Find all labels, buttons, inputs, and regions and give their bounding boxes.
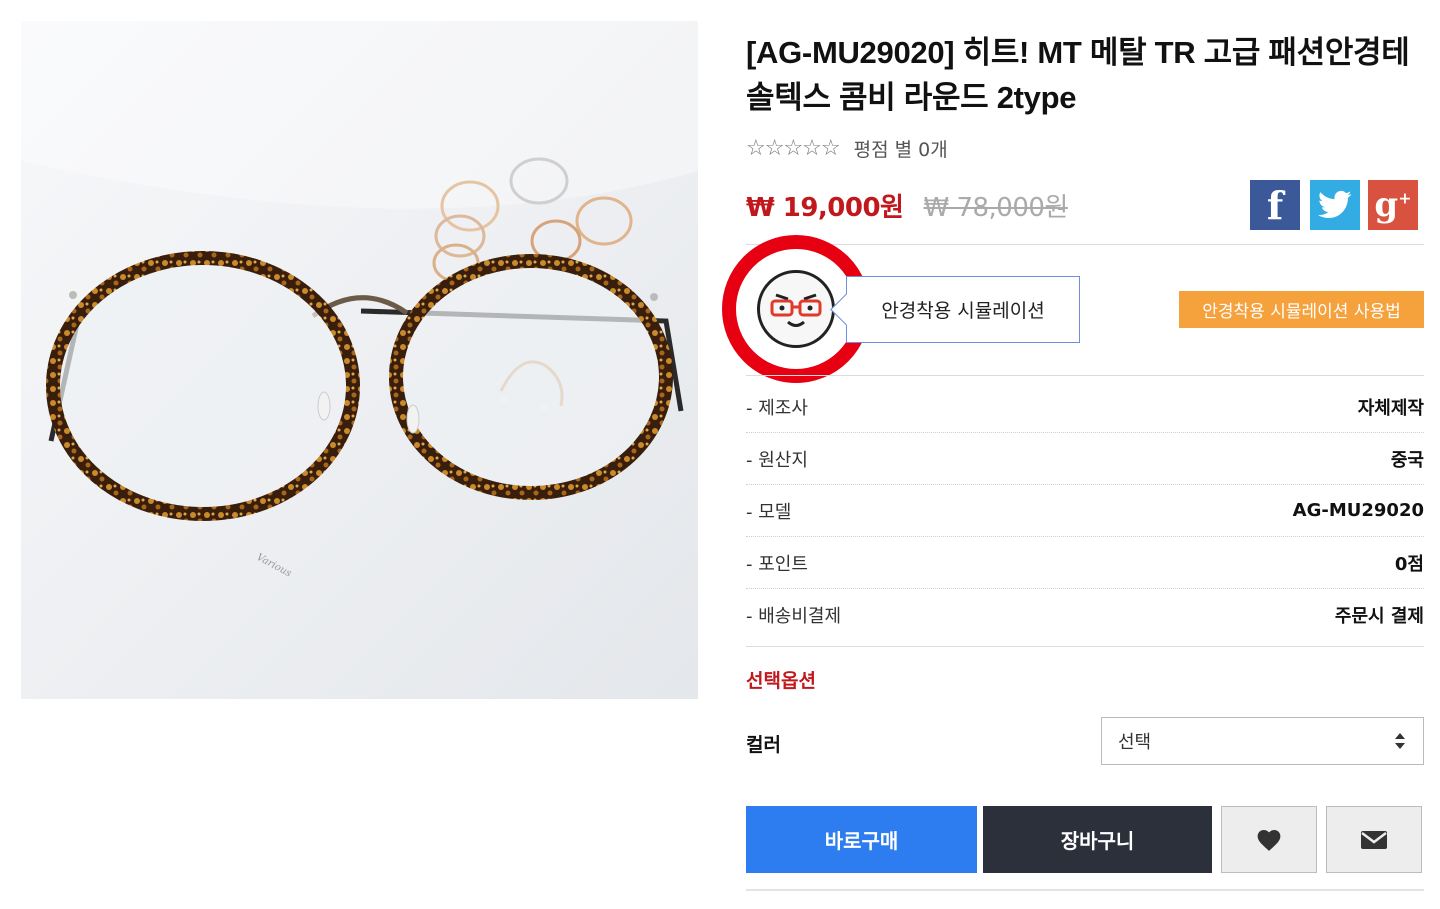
options-title: 선택옵션 bbox=[746, 670, 816, 692]
add-to-cart-button[interactable]: 장바구니 bbox=[983, 806, 1212, 873]
spec-label: - 배송비결제 bbox=[746, 606, 842, 627]
spec-label: - 포인트 bbox=[746, 553, 808, 575]
spec-row-shipping: - 배송비결제 주문시 결제 bbox=[746, 589, 1424, 641]
glasses-simulation-button[interactable]: 안경착용 시뮬레이션 bbox=[846, 276, 1080, 343]
color-label: 컬러 bbox=[746, 734, 781, 756]
spec-value: 중국 bbox=[1390, 449, 1424, 471]
spec-value: 0점 bbox=[1394, 553, 1424, 575]
face-with-glasses-icon bbox=[757, 270, 835, 348]
share-facebook-button[interactable]: f bbox=[1250, 180, 1300, 230]
share-googleplus-button[interactable]: g+ bbox=[1368, 180, 1418, 230]
google-plus-icon: g+ bbox=[1374, 185, 1412, 225]
product-image[interactable]: Various bbox=[21, 21, 698, 699]
color-select[interactable]: 선택 bbox=[1101, 717, 1424, 765]
share-email-button[interactable] bbox=[1326, 806, 1422, 873]
color-select-value: 선택 bbox=[1118, 732, 1152, 753]
heart-icon bbox=[1257, 829, 1281, 851]
price-row: ₩ 19,000원 ₩ 78,000원 bbox=[746, 185, 1068, 225]
product-title: [AG-MU29020] 히트! MT 메탈 TR 고급 패션안경테 솔텍스 콤… bbox=[746, 35, 1410, 115]
original-price: ₩ 78,000원 bbox=[923, 192, 1068, 223]
spec-row-model: - 모델 AG-MU29020 bbox=[746, 485, 1424, 537]
buy-now-button[interactable]: 바로구매 bbox=[746, 806, 977, 873]
spec-value: 자체제작 bbox=[1357, 397, 1424, 419]
divider bbox=[746, 375, 1424, 376]
wishlist-button[interactable] bbox=[1221, 806, 1317, 873]
divider bbox=[746, 889, 1424, 891]
star-rating-icon: ☆☆☆☆☆ bbox=[746, 135, 841, 161]
simulation-howto-button[interactable]: 안경착용 시뮬레이션 사용법 bbox=[1179, 291, 1424, 328]
spec-row-points: - 포인트 0점 bbox=[746, 537, 1424, 589]
spec-label: - 원산지 bbox=[746, 449, 808, 471]
select-arrows-icon bbox=[1395, 733, 1405, 749]
divider bbox=[746, 244, 1424, 245]
envelope-icon bbox=[1361, 830, 1387, 849]
eyeglasses-photo: Various bbox=[21, 21, 698, 699]
spec-row-origin: - 원산지 중국 bbox=[746, 433, 1424, 485]
rating: ☆☆☆☆☆ 평점 별 0개 bbox=[746, 134, 948, 162]
spec-row-manufacturer: - 제조사 자체제작 bbox=[746, 381, 1424, 433]
facebook-icon: f bbox=[1266, 182, 1284, 228]
spec-label: - 제조사 bbox=[746, 397, 808, 419]
spec-value: AG-MU29020 bbox=[1292, 500, 1424, 521]
spec-value: 주문시 결제 bbox=[1334, 606, 1424, 627]
spec-label: - 모델 bbox=[746, 501, 792, 523]
sale-price: ₩ 19,000원 bbox=[746, 192, 904, 223]
rating-text: 평점 별 0개 bbox=[853, 138, 948, 161]
divider bbox=[746, 646, 1424, 647]
twitter-icon bbox=[1318, 190, 1352, 219]
share-twitter-button[interactable] bbox=[1310, 180, 1360, 230]
